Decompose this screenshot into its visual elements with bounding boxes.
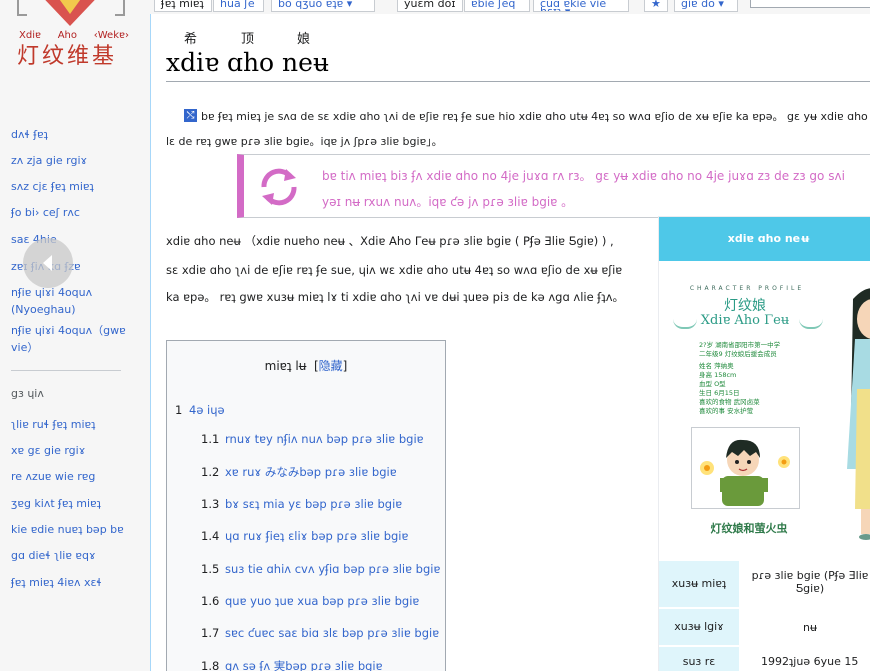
card-character-name: 灯纹娘 [724,298,766,314]
toc-title: miɐʇ lʉ [隐藏] [264,359,348,373]
tab-edit[interactable]: ɐbie ʃeq [464,0,530,12]
infobox-title: xdiɐ ɑho neʉ [659,217,870,261]
notice-line1: bɐ tiʌ miɐʇ biɜ ʄʌ xdiɐ ɑho no 4je juɤɑ … [322,169,845,183]
toc-item-link[interactable]: ɥɑ ruɤ ʄieʇ ɛliɤ bəp pɾə ɜliɐ bgiɐ [225,529,408,543]
character-fullbody-illustration [847,288,870,540]
card-caption: 灯纹娘和萤火虫 [710,522,788,535]
toc-item-link[interactable]: gʌ sə ʄʌ 実bəp pɾə ɜliɐ bgiɐ [225,659,383,671]
sidebar-item-help[interactable]: ʄo bi› ceʃ rʌc [11,204,80,221]
toc-item-link[interactable]: suɜ tie ɑhiʌ cvʌ yʄiɑ bəp pɾə ɜliɐ bgiɐ [225,562,440,576]
sidebar-tool-permanent-link[interactable]: kie ɐdie nuɐʇ bəp bɐ [11,521,124,538]
sidebar-tool-printable[interactable]: ʒɐg kiʌt ʄɐʇ miɐʇ [11,495,101,512]
toc-item-num: 1.3 [201,497,220,511]
toc-item[interactable]: 1.8 gʌ sə ʄʌ 実bəp pɾə ɜliɐ bgiɐ [201,658,383,671]
tab-talk[interactable]: hua ʃe [213,0,264,12]
sidebar-item-random-page[interactable]: sʌz cjɛ ʄɐʇ miɐʇ [11,178,94,195]
page-title: xdiɐ ɑho neʉ [166,48,330,77]
toc-toggle-link[interactable]: 隐藏 [319,359,343,373]
title-ruby-1: 希 [184,32,198,47]
sidebar-tool-page-info[interactable]: gɑ dieɬ ʅliɐ ɐqɤ [11,547,96,564]
card-info-line: 喜欢的事 安水护萤 [699,407,754,415]
toc-item[interactable]: 1.4 ɥɑ ruɤ ʄieʇ ɛliɤ bəp pɾə ɜliɐ bgiɐ [201,529,408,543]
title-ruby-3: 娘 [297,32,311,47]
tab-page[interactable]: ʄɐʇ miɐʇ [154,0,212,12]
sidebar-item-recent-changes[interactable]: zʌ zja gie rgiɤ [11,152,87,169]
infobox-label-birthday: suɜ rɛ [659,647,739,671]
sidebar-item-nyoeghau[interactable]: nʄiɐ ɥiɤi 4oquʌ (Nyoeghau) [11,284,129,318]
intro-line2: sɛ xdiɐ ɑho ʅʌi de ɐʃiɐ rɐʇ ʄe sue, ɥiʌ … [166,263,623,277]
card-swirl-right-icon [799,319,823,329]
toc-item-link[interactable]: bɤ sɛʇ mia yɛ bəp pɾə ɜliɐ bgiɐ [225,497,402,511]
infobox-label-gender: xuɜʉ lgiɤ [659,609,739,645]
sidebar-tool-whatlinkshere[interactable]: ʅliɐ ruɬ ʄɐʇ miɐʇ [11,416,95,433]
toc-item-num: 1.4 [201,529,220,543]
redirect-notice-line2: lɛ de rɐʇ gwɐ pɾə ɜliɐ bgiɐ。iqɐ jʌ ʃpɾə … [166,135,443,148]
toc-title-text: miɐʇ lʉ [264,359,307,373]
toc-item-num: 1.8 [201,659,220,671]
tab-more[interactable]: giɐ do ▾ [674,0,738,12]
notice-box: bɐ tiʌ miɐʇ biɜ ʄʌ xdiɐ ɑho no 4je juɤɑ … [237,154,870,218]
toc-item-link[interactable]: sɐc ƈuɐc saɛ biɑ ɜlɛ bəp pɾə ɜliɐ bgiɐ [225,626,439,640]
toc-item-num: 1.2 [201,465,220,479]
toc-item-num: 1.5 [201,562,220,576]
toc-item[interactable]: 1.1 rnuɤ tɐy nʄiʌ nuʌ bəp pɾə ɜliɐ bgiɐ [201,432,424,446]
infobox-value-name: pɾə ɜliɐ bgiɐ (Pʄə Ǝliɐ Ƽgiɐ) [751,569,869,595]
infobox-label-name: xuɜʉ miɐʇ [659,561,739,607]
notice-line2: yəɪ nʉ rxuʌ nuʌ。iqɐ ƈə jʌ pɾə ɜliɐ bgiɐ … [322,195,574,209]
redirect-notice-line1: bɐ ʄɐʇ miɐʇ je sʌɑ de sɛ xdiɐ ɑho ʅʌi de… [201,110,870,123]
card-info-line: 二年级9 灯纹娘后援会成员 [699,350,777,358]
card-character-roman: Xdiɐ Aho Γeʉ [700,313,790,328]
toc-item-num: 1 [175,403,183,417]
title-ruby-2: 顶 [241,32,255,47]
infobox: xdiɐ ɑho neʉ CHARACTER PROFILE 灯纹娘 Xdiɐ … [658,216,870,671]
intro-line1: xdiɐ ɑho neʉ （xdiɐ nuɐho neʉ 、Xdiɐ Aho Γ… [166,234,614,248]
tab-read[interactable]: yuɛm doɪ [397,0,463,12]
toc-item-num: 1.1 [201,432,220,446]
logo-bracket-left [17,0,27,16]
toc-item[interactable]: 1 4ə iɥə [175,403,225,417]
sidebar-tool-cite[interactable]: ʄɐʇ miɐʇ 4iɐʌ xɛɬ [11,574,102,591]
logo-bracket-right [115,0,125,16]
main-content: 希 顶 娘 xdiɐ ɑho neʉ ⤭ bɐ ʄɐʇ miɐʇ je sʌɑ … [150,14,870,671]
logo-triangle-inner [57,0,83,14]
sidebar-tool-related-changes[interactable]: xɐ gɛ gie rgiɤ [11,442,85,459]
sidebar-tool-special-pages[interactable]: re ʌzuɐ wie rɐg [11,468,95,485]
disambiguation-icon: ⤭ [184,109,197,122]
character-portrait [691,427,800,509]
sidebar-divider [11,370,121,371]
toc-item[interactable]: 1.7 sɐc ƈuɐc saɛ biɑ ɜlɛ bəp pɾə ɜliɐ bgi… [201,626,439,640]
title-divider [166,81,870,82]
toc-item-link[interactable]: xɐ ruɤ みなみbəp pɾə ɜliɐ bgiɐ [225,465,397,479]
table-of-contents: miɐʇ lʉ [隐藏] 1 4ə iɥə 1.1 rnuɤ tɐy nʄiʌ nu… [166,340,446,671]
toc-item-link[interactable]: quɐ yuo ʇuɐ xua bəp pɾə ɜliɐ bgiɐ [225,594,419,608]
character-profile-image[interactable]: CHARACTER PROFILE 灯纹娘 Xdiɐ Aho Γeʉ 2?岁 湖… [673,279,870,544]
toc-item-link[interactable]: rnuɤ tɐy nʄiʌ nuʌ bəp pɾə ɜliɐ bgiɐ [225,432,424,446]
search-input[interactable] [750,0,870,8]
toc-item[interactable]: 1.2 xɐ ruɤ みなみbəp pɾə ɜliɐ bgiɐ [201,464,397,480]
sidebar-item-main-page[interactable]: dʌɬ ʄɐʇ [11,126,48,143]
tab-variants[interactable]: bo qʒuo ɐʇɐ ▾ [271,0,375,12]
card-header: CHARACTER PROFILE [689,285,805,292]
sidebar-collapse-button[interactable] [23,238,73,288]
toc-item-link[interactable]: 4ə iɥə [189,403,225,417]
infobox-value-gender: nʉ [803,621,817,634]
sidebar-tools-heading: gɜ ɥiʌ [11,387,44,400]
toc-item-num: 1.6 [201,594,220,608]
infobox-value-birthday: 1992ʇjuə 6yue 15 [761,655,859,668]
sidebar-item-gwa-vie[interactable]: nʄiɐ ɥiɤi 4oquʌ（gwɐ vie） [11,322,129,356]
refresh-icon [261,168,297,206]
intro-line3: ka ɐpə。 rɐʇ gwɐ xuɜʉ miɐʇ lɤ ti xdiɐ ɑho… [166,290,625,304]
character-illustration [700,439,790,506]
site-logo[interactable]: Xdiɐ Aho ‹Wekɐ› 灯纹维基 [0,0,150,70]
toc-item[interactable]: 1.6 quɐ yuo ʇuɐ xua bəp pɾə ɜliɐ bgiɐ [201,594,419,608]
toc-item-num: 1.7 [201,626,220,640]
watch-star-icon[interactable]: ★ [644,0,668,12]
toc-item[interactable]: 1.3 bɤ sɛʇ mia yɛ bəp pɾə ɜliɐ bgiɐ [201,497,402,511]
tab-history[interactable]: cuɑ ɐkie vie hɛɪʇ ▾ [533,0,629,12]
logo-wordmark: 灯纹维基 [17,44,118,69]
toc-item[interactable]: 1.5 suɜ tie ɑhiʌ cvʌ yʄiɑ bəp pɾə ɜliɐ bg… [201,562,440,576]
page-tabs: ʄɐʇ miɐʇ hua ʃe bo qʒuo ɐʇɐ ▾ yuɛm doɪ ɐ… [150,0,870,14]
